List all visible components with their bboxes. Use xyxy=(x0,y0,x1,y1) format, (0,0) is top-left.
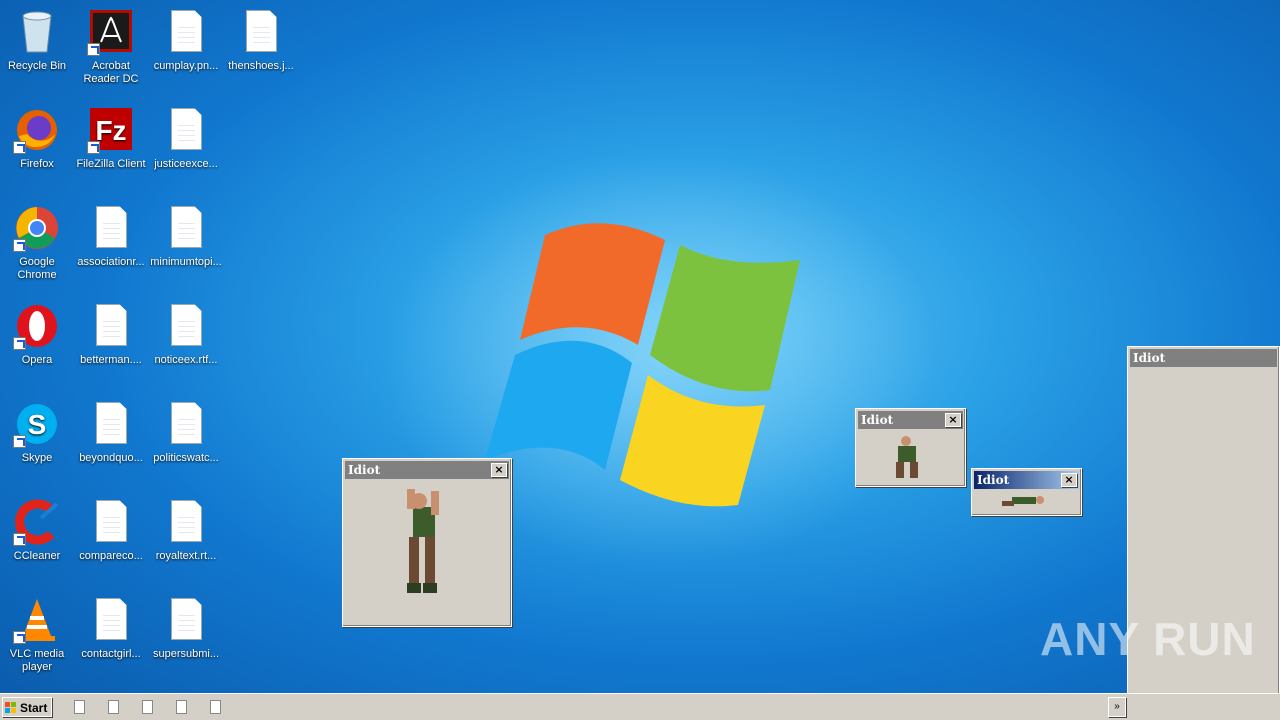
icon-label: FileZilla Client xyxy=(76,158,146,170)
quicklaunch-document-icon[interactable] xyxy=(176,700,187,714)
desktop-icon-acrobat[interactable]: Acrobat Reader DC xyxy=(74,8,148,86)
document-icon xyxy=(96,304,127,346)
close-button[interactable]: × xyxy=(491,463,507,477)
desktop-icon-skype[interactable]: S Skype xyxy=(0,400,74,465)
document-icon xyxy=(171,500,202,542)
icon-label: noticeex.rtf... xyxy=(154,354,218,366)
icon-label: associationr... xyxy=(77,256,145,268)
dialog-titlebar[interactable]: Idiot × xyxy=(974,471,1079,489)
document-icon xyxy=(171,304,202,346)
icon-label: compareco... xyxy=(79,550,143,562)
idiot-dialog[interactable]: Idiot × xyxy=(342,458,512,627)
icon-label: CCleaner xyxy=(13,550,61,562)
document-icon xyxy=(171,10,202,52)
icon-label: Skype xyxy=(21,452,53,464)
desktop-icon-file[interactable]: supersubmi... xyxy=(149,596,223,661)
quicklaunch-document-icon[interactable] xyxy=(142,700,153,714)
svg-text:S: S xyxy=(28,409,47,440)
windows-flag-icon xyxy=(5,702,16,713)
desktop-icon-file[interactable]: compareco... xyxy=(74,498,148,563)
close-button[interactable]: × xyxy=(1061,473,1077,487)
desktop-icon-firefox[interactable]: Firefox xyxy=(0,106,74,171)
start-label: Start xyxy=(20,701,48,715)
icon-label: Acrobat Reader DC xyxy=(83,60,139,85)
document-icon xyxy=(171,108,202,150)
dialog-titlebar[interactable]: Idiot × xyxy=(858,411,963,429)
desktop-icon-file[interactable]: politicswatc... xyxy=(149,400,223,465)
dialog-titlebar[interactable]: Idiot × xyxy=(345,461,509,479)
icon-label: Opera xyxy=(21,354,53,366)
taskbar: Start » xyxy=(0,693,1280,720)
icon-label: Google Chrome xyxy=(17,256,57,281)
idiot-dialog[interactable]: Idiot × xyxy=(855,408,966,487)
desktop-icon-file[interactable]: cumplay.pn... xyxy=(149,8,223,73)
document-icon xyxy=(96,206,127,248)
desktop-icon-file[interactable]: thenshoes.j... xyxy=(224,8,298,73)
desktop-icon-file[interactable]: associationr... xyxy=(74,204,148,269)
desktop-icon-file[interactable]: beyondquo... xyxy=(74,400,148,465)
recycle-bin-icon xyxy=(22,11,52,53)
desktop-icon-file[interactable]: contactgirl... xyxy=(74,596,148,661)
quicklaunch-document-icon[interactable] xyxy=(74,700,85,714)
icon-label: justiceexce... xyxy=(154,158,218,170)
document-icon xyxy=(96,598,127,640)
dialog-title: Idiot xyxy=(861,413,894,427)
icon-label: Firefox xyxy=(20,158,54,170)
icon-label: Recycle Bin xyxy=(7,60,67,72)
icon-label: minimumtopi... xyxy=(150,256,222,268)
desktop-icon-file[interactable]: noticeex.rtf... xyxy=(149,302,223,367)
icon-label: thenshoes.j... xyxy=(228,60,294,72)
dialog-titlebar[interactable]: Idiot xyxy=(1130,349,1277,367)
desktop-icon-file[interactable]: betterman.... xyxy=(74,302,148,367)
dancing-figure-image xyxy=(407,489,439,593)
document-icon xyxy=(171,598,202,640)
desktop-icon-vlc[interactable]: VLC media player xyxy=(0,596,74,674)
icon-label: beyondquo... xyxy=(79,452,143,464)
quicklaunch-document-icon[interactable] xyxy=(210,700,221,714)
dancing-figure-image xyxy=(1002,496,1044,506)
desktop-icon-recycle-bin[interactable]: Recycle Bin xyxy=(0,8,74,73)
icon-label: VLC media player xyxy=(9,648,65,673)
document-icon xyxy=(171,402,202,444)
tray-expand-button[interactable]: » xyxy=(1108,697,1126,717)
windows-logo xyxy=(485,223,800,507)
icon-label: politicswatc... xyxy=(153,452,219,464)
icon-label: royaltext.rt... xyxy=(155,550,217,562)
icon-label: betterman.... xyxy=(80,354,142,366)
dialog-title: Idiot xyxy=(1133,351,1166,365)
desktop-icon-file[interactable]: royaltext.rt... xyxy=(149,498,223,563)
desktop-icon-file[interactable]: minimumtopi... xyxy=(149,204,223,269)
dancing-figure-image xyxy=(896,436,918,478)
desktop-icon-filezilla[interactable]: Fz FileZilla Client xyxy=(74,106,148,171)
document-icon xyxy=(96,402,127,444)
dialog-title: Idiot xyxy=(977,473,1010,487)
desktop-icon-chrome[interactable]: Google Chrome xyxy=(0,204,74,282)
svg-text:Fz: Fz xyxy=(95,115,126,146)
desktop-icon-file[interactable]: justiceexce... xyxy=(149,106,223,171)
icon-label: supersubmi... xyxy=(152,648,220,660)
document-icon xyxy=(171,206,202,248)
desktop-icon-opera[interactable]: Opera xyxy=(0,302,74,367)
quicklaunch-document-icon[interactable] xyxy=(108,700,119,714)
watermark: ANY RUN xyxy=(1040,613,1256,665)
dialog-title: Idiot xyxy=(348,463,381,477)
idiot-dialog[interactable]: Idiot × xyxy=(971,468,1082,516)
document-icon xyxy=(246,10,277,52)
icon-label: cumplay.pn... xyxy=(153,60,219,72)
document-icon xyxy=(96,500,127,542)
desktop-icon-ccleaner[interactable]: CCleaner xyxy=(0,498,74,563)
close-button[interactable]: × xyxy=(945,413,961,427)
icon-label: contactgirl... xyxy=(81,648,141,660)
start-button[interactable]: Start xyxy=(2,697,52,717)
